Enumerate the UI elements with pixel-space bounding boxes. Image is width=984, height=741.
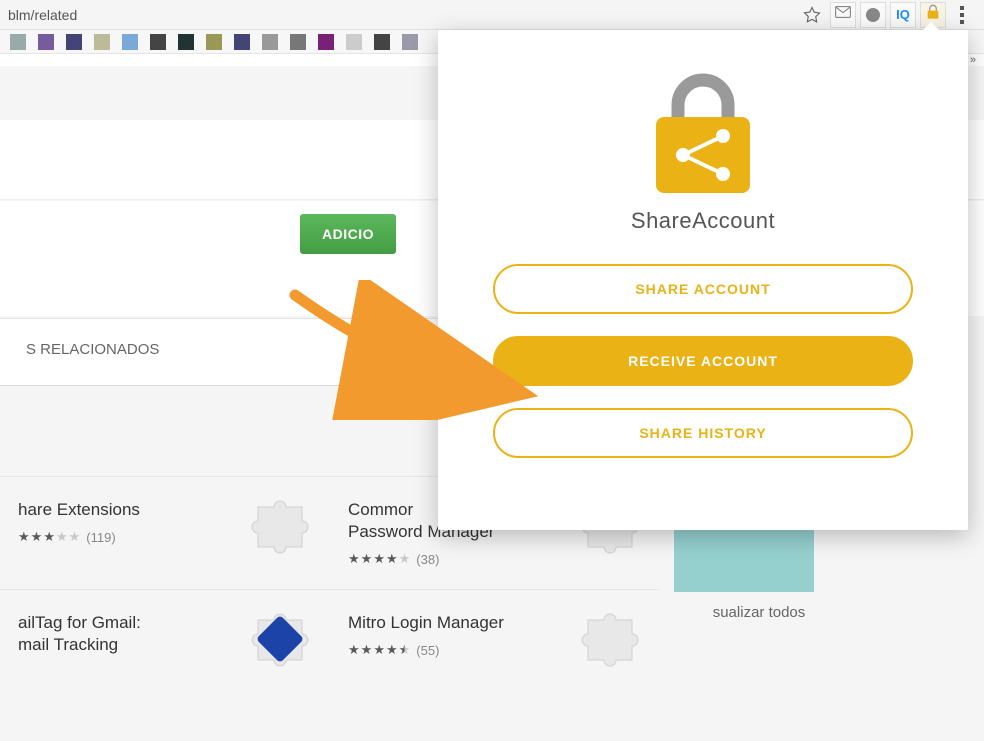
- puzzle-icon: [248, 499, 312, 553]
- shareaccount-logo-icon: [628, 66, 778, 206]
- bookmark-item[interactable]: [346, 34, 362, 50]
- rating-stars: ★★★★★: [348, 551, 410, 567]
- review-count: (119): [86, 530, 115, 545]
- bookmark-item[interactable]: [10, 34, 26, 50]
- url-text[interactable]: blm/related: [8, 7, 796, 23]
- bookmark-item[interactable]: [178, 34, 194, 50]
- bookmark-item[interactable]: [94, 34, 110, 50]
- address-bar: blm/related IQ: [0, 0, 984, 30]
- bookmark-item[interactable]: [38, 34, 54, 50]
- browser-menu-icon[interactable]: [948, 6, 976, 24]
- extension-title: Mitro Login Manager: [348, 612, 578, 634]
- extension-iq-icon[interactable]: IQ: [890, 2, 916, 28]
- bookmark-item[interactable]: [374, 34, 390, 50]
- bookmark-item[interactable]: [234, 34, 250, 50]
- extension-circle-icon[interactable]: [860, 2, 886, 28]
- bookmark-item[interactable]: [150, 34, 166, 50]
- rating-stars: ★★★★★: [18, 529, 80, 545]
- extension-title: hare Extensions: [18, 499, 248, 521]
- share-history-button[interactable]: SHARE HISTORY: [493, 408, 913, 458]
- extension-card[interactable]: Mitro Login Manager ★★★★★ (55): [330, 590, 660, 688]
- extension-title: ailTag for Gmail: mail Tracking: [18, 612, 248, 656]
- receive-account-button[interactable]: RECEIVE ACCOUNT: [493, 336, 913, 386]
- bookmark-item[interactable]: [66, 34, 82, 50]
- bookmark-item[interactable]: [262, 34, 278, 50]
- puzzle-icon: [248, 612, 312, 666]
- bookmark-star-icon[interactable]: [798, 1, 826, 29]
- extension-mail-icon[interactable]: [830, 2, 856, 28]
- bookmark-item[interactable]: [122, 34, 138, 50]
- extension-card[interactable]: hare Extensions ★★★★★ (119): [0, 477, 330, 589]
- bookmark-item[interactable]: [206, 34, 222, 50]
- bookmark-item[interactable]: [402, 34, 418, 50]
- install-button[interactable]: ADICIO: [300, 214, 396, 254]
- shareaccount-popup: ShareAccount SHARE ACCOUNT RECEIVE ACCOU…: [438, 30, 968, 530]
- puzzle-icon: [578, 612, 642, 666]
- bookmark-item[interactable]: [318, 34, 334, 50]
- share-account-button[interactable]: SHARE ACCOUNT: [493, 264, 913, 314]
- popup-title: ShareAccount: [631, 208, 775, 234]
- review-count: (38): [416, 552, 439, 567]
- rating-stars: ★★★★★: [348, 642, 410, 658]
- view-all-link[interactable]: sualizar todos: [674, 604, 844, 621]
- review-count: (55): [416, 643, 439, 658]
- bookmark-item[interactable]: [290, 34, 306, 50]
- tab-related[interactable]: S RELACIONADOS: [0, 319, 185, 385]
- extension-card[interactable]: ailTag for Gmail: mail Tracking: [0, 590, 330, 688]
